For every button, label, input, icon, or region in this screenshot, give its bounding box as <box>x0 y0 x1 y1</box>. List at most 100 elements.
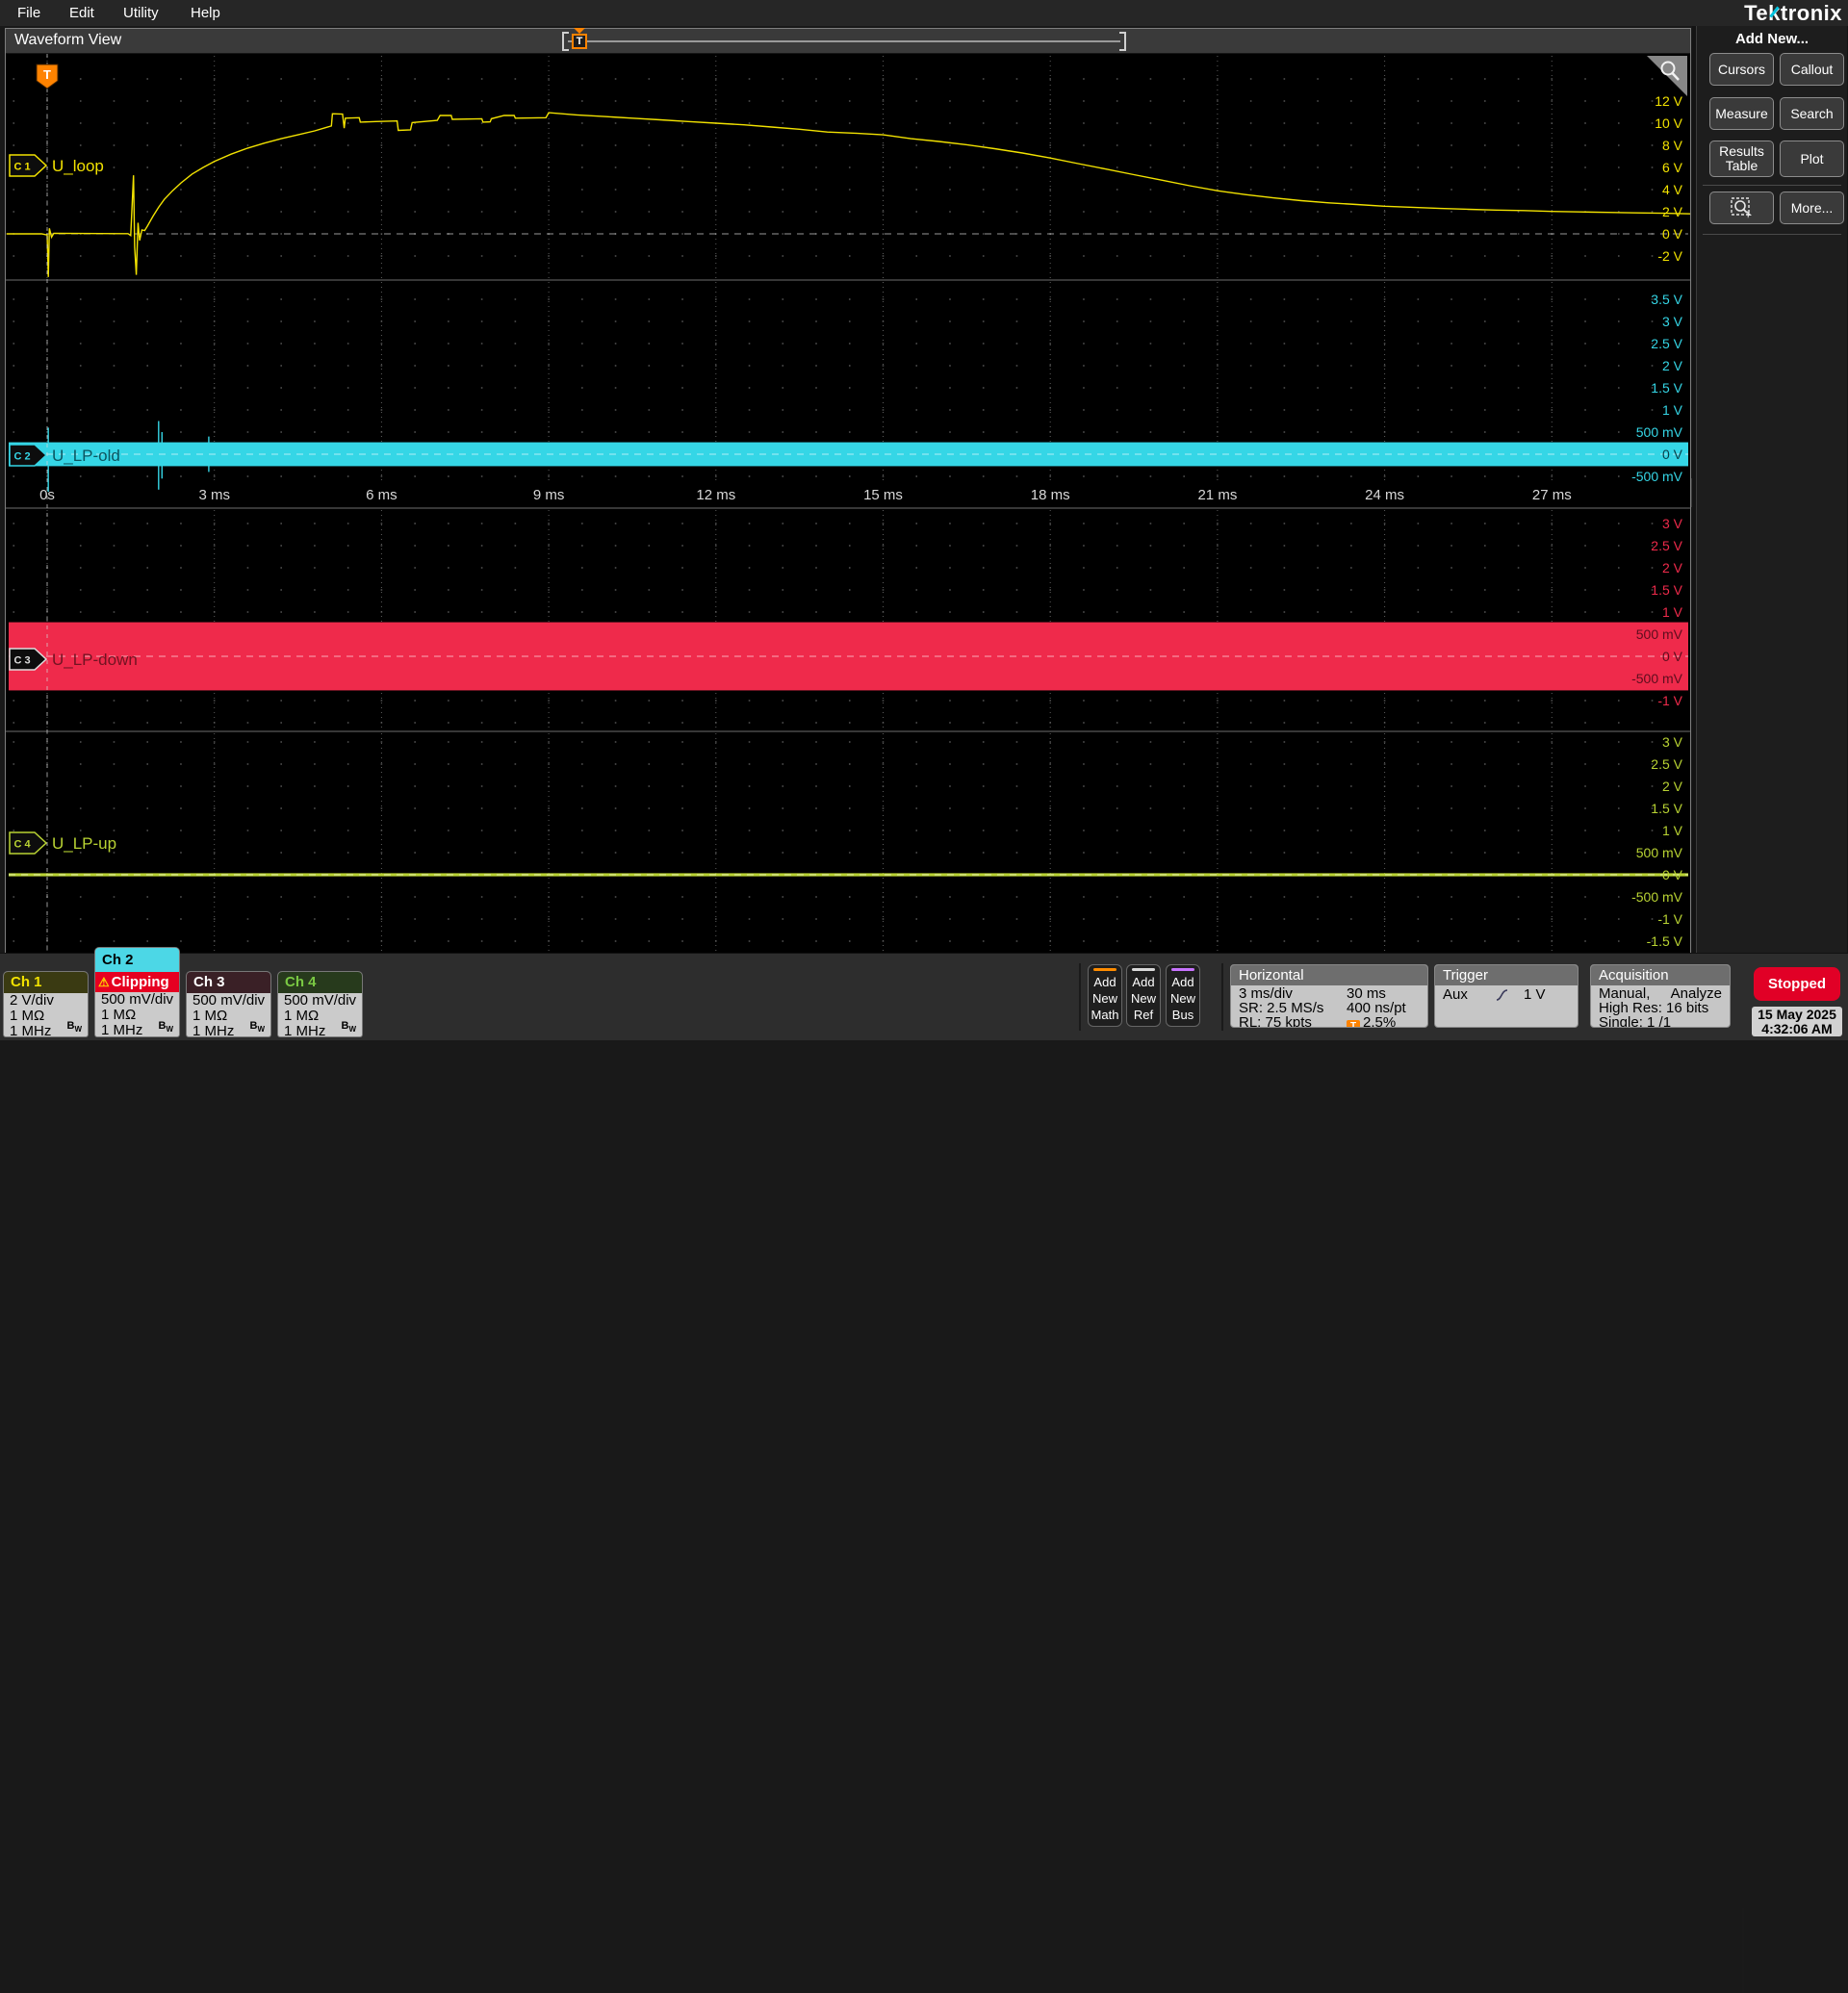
horizontal-title: Horizontal <box>1231 965 1427 985</box>
ch1-axis-label: 4 V <box>1662 182 1683 197</box>
ch3-axis-label: 0 V <box>1662 649 1683 664</box>
ch3-label: U_LP-down <box>52 651 138 669</box>
ch1-axis-label: 6 V <box>1662 160 1683 175</box>
menu-bar: File Edit Utility Help Tektronix <box>0 0 1848 26</box>
trigger-level: 1 V <box>1524 986 1546 1003</box>
menu-help[interactable]: Help <box>187 0 224 26</box>
run-stop-status-button[interactable]: Stopped <box>1754 967 1840 1001</box>
ch3-axis-label: 2 V <box>1662 560 1683 575</box>
search-button[interactable]: Search <box>1780 97 1844 130</box>
ch4-axis-label: 3 V <box>1662 734 1683 750</box>
plot-area[interactable]: 12 V 10 V 8 V 6 V 4 V 2 V 0 V -2 V C 1 U_loop 3.5 … <box>6 54 1697 953</box>
menu-edit[interactable]: Edit <box>65 0 98 26</box>
bandwidth-limit-icon: BW <box>66 1019 82 1034</box>
cursors-button[interactable]: Cursors <box>1709 53 1774 86</box>
ch4-axis-label: -1 V <box>1657 911 1682 927</box>
slider-rail[interactable] <box>568 40 1120 42</box>
ch2-axis-label: 1 V <box>1662 402 1683 418</box>
ch1-axis-label: 2 V <box>1662 204 1683 219</box>
ch1-axis-label: 0 V <box>1662 226 1683 242</box>
time-axis-label: 0s <box>39 487 55 503</box>
more-button[interactable]: More... <box>1780 192 1844 224</box>
acquisition-single: Single: 1 /1 <box>1599 1014 1672 1028</box>
ch2-axis-label: 500 mV <box>1636 424 1683 440</box>
rising-edge-icon <box>1496 989 1508 1001</box>
time-axis-label: 24 ms <box>1365 487 1404 503</box>
corner-zoom-control[interactable] <box>1647 56 1687 96</box>
add-new-ref-button[interactable]: Add New Ref <box>1126 964 1161 1027</box>
channel-1-badge[interactable]: Ch 1 2 V/div 1 MΩ 1 MHz BW <box>3 971 89 1037</box>
acquisition-title: Acquisition <box>1591 965 1730 985</box>
waveform-plot[interactable]: 12 V 10 V 8 V 6 V 4 V 2 V 0 V -2 V C 1 U_loop 3.5 … <box>6 54 1697 953</box>
add-new-math-button[interactable]: Add New Math <box>1088 964 1122 1027</box>
ch2-axis-label: -500 mV <box>1631 469 1683 484</box>
ch4-axis-label: 500 mV <box>1636 845 1683 860</box>
waveform-view-header: Waveform View T <box>6 28 1690 54</box>
trigger-settings-badge[interactable]: Trigger Aux 1 V <box>1434 964 1578 1028</box>
time-axis-label: 12 ms <box>696 487 735 503</box>
time-axis-label: 15 ms <box>863 487 903 503</box>
channel-2-scale: 500 mV/div <box>101 991 174 1008</box>
ch2-axis-label: 3 V <box>1662 314 1683 329</box>
channel-3-scale: 500 mV/div <box>192 992 266 1009</box>
zoom-select-button[interactable] <box>1709 192 1774 224</box>
acquisition-settings-badge[interactable]: Acquisition Manual, Analyze High Res: 16… <box>1590 964 1731 1028</box>
bandwidth-limit-icon: BW <box>341 1019 356 1034</box>
ch1-label: U_loop <box>52 157 104 175</box>
time-axis-label: 3 ms <box>198 487 230 503</box>
ch2-badge-text: C 2 <box>13 451 30 463</box>
ch3-axis-label: 3 V <box>1662 516 1683 531</box>
ch4-axis-label: 2 V <box>1662 779 1683 794</box>
channel-1-scale: 2 V/div <box>10 992 54 1009</box>
results-table-button[interactable]: Results Table <box>1709 141 1774 177</box>
ch2-axis-label: 2.5 V <box>1651 336 1682 351</box>
menu-file[interactable]: File <box>13 0 44 26</box>
menu-utility[interactable]: Utility <box>119 0 163 26</box>
tektronix-logo: Tektronix <box>1744 1 1842 25</box>
slice-ch4: 3 V 2.5 V 2 V 1.5 V 1 V 500 mV 0 V -500 mV -1 V -… <box>9 733 1688 951</box>
ch1-axis-label: 10 V <box>1655 115 1682 131</box>
ch1-badge-text: C 1 <box>13 162 30 173</box>
ch3-axis-label: 500 mV <box>1636 626 1683 642</box>
slider-right-bracket[interactable] <box>1119 32 1126 51</box>
zoom-select-icon <box>1730 197 1752 218</box>
channel-4-badge[interactable]: Ch 4 500 mV/div 1 MΩ 1 MHz BW <box>277 971 363 1037</box>
add-new-bus-button[interactable]: Add New Bus <box>1166 964 1200 1027</box>
callout-button[interactable]: Callout <box>1780 53 1844 86</box>
date-time-display: 15 May 2025 4:32:06 AM <box>1752 1007 1842 1036</box>
time-axis-label: 27 ms <box>1532 487 1572 503</box>
ch3-axis-label: 1 V <box>1662 604 1683 620</box>
slider-left-bracket[interactable] <box>562 32 569 51</box>
slice-ch3: 3 V 2.5 V 2 V 1.5 V 1 V 500 mV 0 V -500 mV -1 V C… <box>9 510 1688 729</box>
horizontal-record-length: RL: 75 kpts <box>1239 1014 1312 1028</box>
bottom-settings-bar: Ch 1 2 V/div 1 MΩ 1 MHz BW Ch 2 ⚠ Clippin… <box>0 947 1848 1993</box>
ch4-axis-label: -500 mV <box>1631 889 1683 905</box>
ch3-badge-text: C 3 <box>13 655 30 667</box>
ch3-axis-label: -500 mV <box>1631 671 1683 686</box>
ch3-axis-label: 2.5 V <box>1651 538 1682 553</box>
ch4-axis-label: 1 V <box>1662 823 1683 838</box>
channel-2-badge[interactable]: Ch 2 ⚠ Clipping 500 mV/div 1 MΩ 1 MHz BW <box>94 947 180 1037</box>
plot-button[interactable]: Plot <box>1780 141 1844 177</box>
add-new-title: Add New... <box>1734 31 1810 47</box>
ch4-axis-label: 1.5 V <box>1651 801 1682 816</box>
ch3-axis-label: -1 V <box>1657 693 1682 708</box>
horizontal-position-slider[interactable]: T <box>562 28 1126 51</box>
trigger-position-marker[interactable]: T <box>572 34 587 49</box>
time-axis-label: 21 ms <box>1197 487 1237 503</box>
time-axis-label: 6 ms <box>366 487 398 503</box>
channel-3-header: Ch 3 <box>187 972 270 993</box>
horizontal-settings-badge[interactable]: Horizontal 3 ms/div 30 ms SR: 2.5 MS/s 4… <box>1230 964 1428 1028</box>
ch1-axis-label: 8 V <box>1662 138 1683 153</box>
ch4-label: U_LP-up <box>52 834 116 853</box>
trigger-flag-glyph: T <box>43 67 51 82</box>
slice-ch2: 3.5 V 3 V 2.5 V 2 V 1.5 V 1 V 500 mV 0 V -500 mV… <box>9 282 1688 493</box>
ch1-axis-label: 12 V <box>1655 93 1682 109</box>
channel-3-badge[interactable]: Ch 3 500 mV/div 1 MΩ 1 MHz BW <box>186 971 271 1037</box>
channel-4-header: Ch 4 <box>278 972 362 993</box>
time: 4:32:06 AM <box>1761 1021 1833 1036</box>
trigger-source: Aux <box>1443 986 1468 1003</box>
ch4-axis-label: -1.5 V <box>1647 933 1683 949</box>
measure-button[interactable]: Measure <box>1709 97 1774 130</box>
horizontal-trigger-position: T 2.5% <box>1347 1014 1396 1027</box>
